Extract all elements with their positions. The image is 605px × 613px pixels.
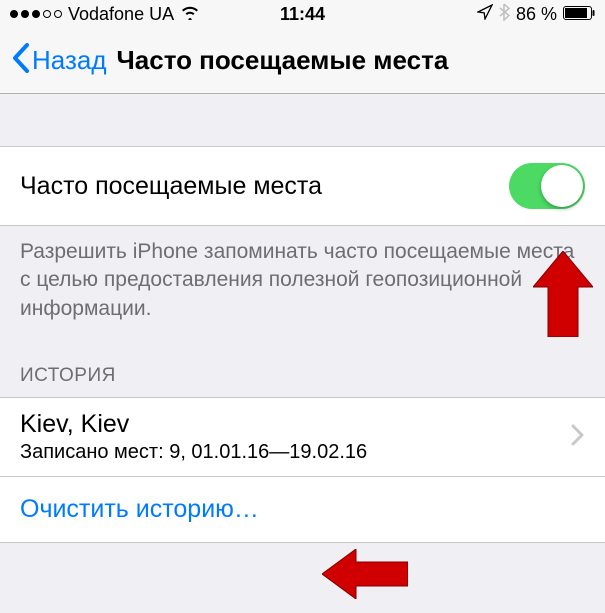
status-bar: Vodafone UA 11:44 86 % — [0, 0, 605, 28]
footer-description: Разрешить iPhone запоминать часто посеща… — [0, 226, 605, 347]
toggle-row-frequent-locations: Часто посещаемые места — [0, 146, 605, 226]
chevron-right-icon — [571, 421, 585, 453]
chevron-left-icon — [12, 43, 30, 79]
history-item-title: Kiev, Kiev — [20, 410, 571, 439]
spacer — [0, 94, 605, 146]
history-item-content: Kiev, Kiev Записано мест: 9, 01.01.16—19… — [20, 410, 571, 464]
status-left: Vodafone UA — [10, 4, 280, 25]
battery-pct: 86 % — [516, 4, 557, 25]
status-right: 86 % — [325, 3, 595, 26]
carrier-label: Vodafone UA — [68, 4, 174, 25]
history-item-subtitle: Записано мест: 9, 01.01.16—19.02.16 — [20, 441, 571, 464]
toggle-label: Часто посещаемые места — [20, 172, 509, 201]
clear-history-button[interactable]: Очистить историю… — [0, 477, 605, 543]
page-title: Часто посещаемые места — [117, 45, 449, 76]
clear-history-label: Очистить историю… — [20, 495, 259, 523]
back-label: Назад — [32, 45, 107, 76]
toggle-knob — [541, 165, 583, 207]
frequent-locations-toggle[interactable] — [509, 163, 585, 209]
battery-icon — [563, 4, 595, 25]
wifi-icon — [180, 4, 200, 25]
nav-bar: Назад Часто посещаемые места — [0, 28, 605, 94]
bluetooth-icon — [499, 3, 510, 26]
back-button[interactable]: Назад — [12, 43, 107, 79]
section-header-history: ИСТОРИЯ — [0, 347, 605, 397]
location-icon — [477, 4, 493, 25]
signal-dots-icon — [10, 10, 62, 18]
annotation-arrow-clear — [322, 549, 408, 604]
history-item[interactable]: Kiev, Kiev Записано мест: 9, 01.01.16—19… — [0, 397, 605, 477]
status-time: 11:44 — [280, 4, 325, 25]
